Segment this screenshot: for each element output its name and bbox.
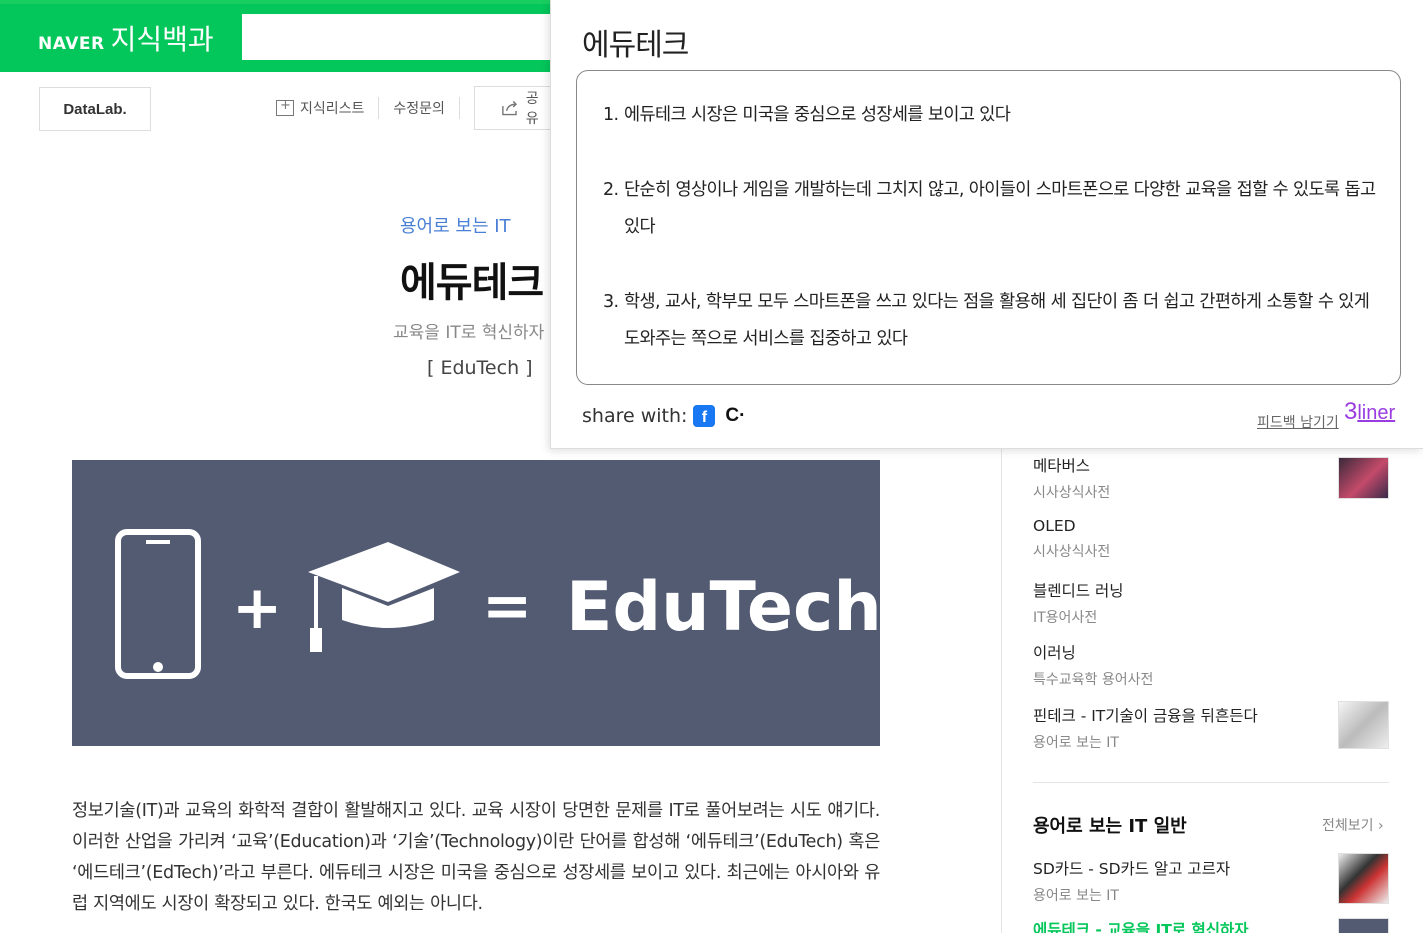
section-item[interactable]: SD카드 - SD카드 알고 고르자 용어로 보는 IT: [1033, 853, 1389, 905]
summary-item: 3. 학생, 교사, 학부모 모두 스마트폰을 쓰고 있다는 점을 활용해 세 …: [603, 284, 1383, 358]
share-icon: [502, 100, 517, 116]
view-all-link[interactable]: 전체보기 ›: [1322, 815, 1384, 835]
summary-item: 1. 에듀테크 시장은 미국을 중심으로 성장세를 보이고 있다: [603, 97, 1383, 134]
graduation-cap-icon: [308, 542, 460, 652]
datalab-button[interactable]: DataLab.: [39, 87, 151, 131]
summary-item: 2. 단순히 영상이나 게임을 개발하는데 그치지 않고, 아이들이 스마트폰으…: [603, 172, 1383, 246]
summary-item-number: 1.: [603, 105, 619, 125]
naver-wordmark: NAVER: [38, 34, 105, 54]
section-item-thumbnail: [1338, 918, 1389, 933]
section-item-source: 용어로 보는 IT: [1033, 888, 1119, 904]
related-item-title: 이러닝: [1033, 644, 1076, 662]
english-term: [ EduTech ]: [427, 357, 533, 379]
feedback-link[interactable]: 피드백 남기기: [1257, 412, 1339, 432]
add-list-button[interactable]: 지식리스트: [276, 97, 380, 119]
related-item-source: 용어로 보는 IT: [1033, 735, 1119, 751]
summary-list: 1. 에듀테크 시장은 미국을 중심으로 성장세를 보이고 있다 2. 단순히 …: [603, 97, 1383, 358]
page-subtitle: 교육을 IT로 혁신하자: [393, 323, 545, 343]
related-item[interactable]: OLED 시사상식사전: [1033, 517, 1389, 561]
page-title: 에듀테크: [400, 260, 544, 306]
summary-popup: 에듀테크 1. 에듀테크 시장은 미국을 중심으로 성장세를 보이고 있다 2.…: [550, 0, 1423, 449]
liner-logo-word: liner: [1357, 402, 1396, 424]
popup-title: 에듀테크: [582, 28, 689, 63]
article-toolbar: 지식리스트 수정문의 공유: [276, 86, 564, 130]
summary-item-text: 학생, 교사, 학부모 모두 스마트폰을 쓰고 있다는 점을 활용해 세 집단이…: [624, 292, 1370, 349]
svg-text:+: +: [232, 573, 282, 643]
copy-link-icon[interactable]: C·: [725, 405, 745, 427]
naver-logo[interactable]: NAVER 지식백과: [38, 18, 214, 58]
svg-text:=: =: [482, 571, 532, 641]
related-item-thumbnail: [1338, 457, 1389, 499]
related-item-title: 블렌디드 러닝: [1033, 582, 1124, 600]
related-item-source: 시사상식사전: [1033, 544, 1111, 560]
related-item-thumbnail: [1338, 701, 1389, 749]
related-item-title: OLED: [1033, 517, 1076, 535]
edit-request-label: 수정문의: [393, 101, 445, 117]
related-item[interactable]: 핀테크 - IT기술이 금융을 뒤흔든다 용어로 보는 IT: [1033, 701, 1389, 752]
share-label: 공유: [525, 91, 539, 127]
related-item[interactable]: 메타버스 시사상식사전: [1033, 454, 1389, 502]
related-item-source: IT용어사전: [1033, 610, 1098, 626]
article-category-link[interactable]: 용어로 보는 IT: [400, 212, 511, 238]
related-item[interactable]: 이러닝 특수교육학 용어사전: [1033, 641, 1389, 689]
summary-item-text: 에듀테크 시장은 미국을 중심으로 성장세를 보이고 있다: [624, 105, 1011, 125]
liner-logo[interactable]: 3liner: [1344, 398, 1395, 426]
summary-item-number: 3.: [603, 292, 619, 312]
service-name: 지식백과: [110, 23, 214, 56]
liner-logo-number: 3: [1344, 398, 1358, 425]
summary-item-number: 2.: [603, 180, 619, 200]
related-item-title: 메타버스: [1033, 457, 1091, 475]
related-item[interactable]: 블렌디드 러닝 IT용어사전: [1033, 579, 1389, 627]
sidebar-divider: [1001, 440, 1002, 933]
sidebar-separator: [1033, 782, 1389, 783]
hero-edutech-text: EduTech: [566, 568, 880, 647]
edit-request-button[interactable]: 수정문의: [379, 97, 460, 119]
section-item-current[interactable]: 에듀테크 - 교육을 IT로 혁신하자: [1033, 918, 1389, 933]
hero-image: + = EduTech: [72, 460, 882, 746]
facebook-icon[interactable]: f: [693, 405, 716, 427]
sidebar-section-title: 용어로 보는 IT 일반: [1033, 816, 1187, 837]
article-body: 정보기술(IT)과 교육의 화학적 결합이 활발해지고 있다. 교육 시장이 당…: [72, 801, 880, 914]
section-item-thumbnail: [1338, 853, 1389, 904]
related-item-source: 시사상식사전: [1033, 485, 1111, 501]
share-row: share with: f C·: [582, 405, 745, 427]
related-item-source: 특수교육학 용어사전: [1033, 672, 1154, 688]
smartphone-icon: [115, 529, 201, 679]
edutech-illustration: + = EduTech: [115, 529, 882, 679]
add-list-label: 지식리스트: [300, 101, 365, 117]
summary-item-text: 단순히 영상이나 게임을 개발하는데 그치지 않고, 아이들이 스마트폰으로 다…: [624, 180, 1376, 237]
section-item-title: 에듀테크 - 교육을 IT로 혁신하자: [1033, 921, 1249, 933]
section-item-title: SD카드 - SD카드 알고 고르자: [1033, 860, 1231, 878]
summary-box: 1. 에듀테크 시장은 미국을 중심으로 성장세를 보이고 있다 2. 단순히 …: [576, 70, 1401, 385]
add-to-list-icon: [276, 98, 294, 116]
related-item-title: 핀테크 - IT기술이 금융을 뒤흔든다: [1033, 707, 1258, 725]
search-input[interactable]: [242, 14, 562, 60]
share-with-label: share with:: [582, 405, 688, 427]
